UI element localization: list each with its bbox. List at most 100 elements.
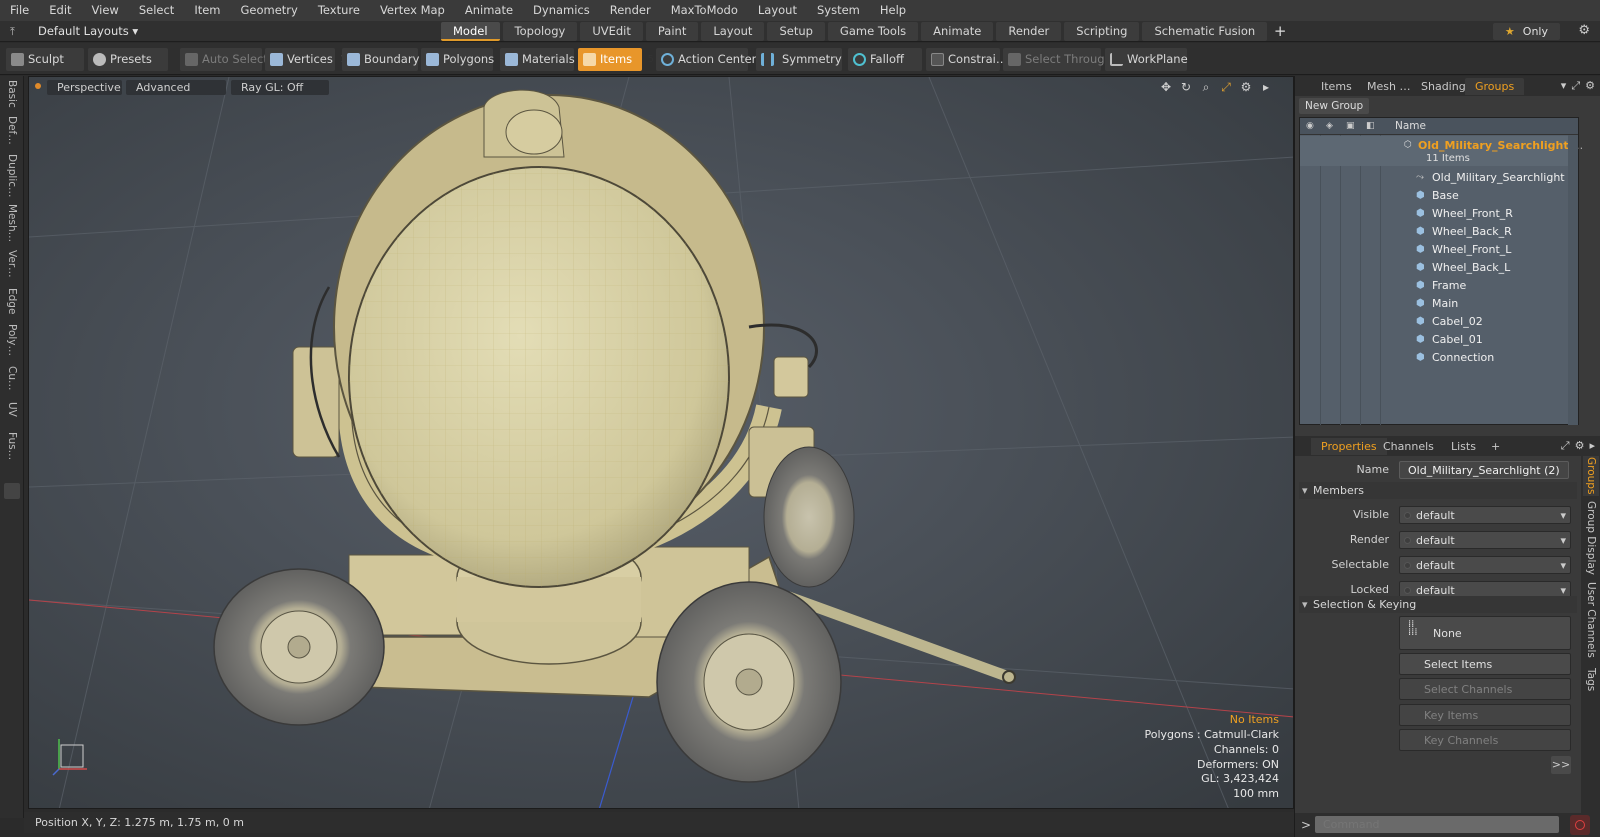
menu-maxtomodo[interactable]: MaxToModo [661, 0, 748, 21]
visible-select[interactable]: default [1399, 506, 1571, 525]
left-strip-box-icon[interactable] [4, 483, 20, 499]
tab-animate[interactable]: Animate [921, 22, 994, 41]
rotate-icon[interactable]: ↻ [1179, 80, 1193, 95]
menu-file[interactable]: File [0, 0, 39, 21]
pan-icon[interactable]: ✥ [1159, 80, 1173, 95]
new-group-button[interactable]: New Group [1299, 98, 1370, 114]
render-icon[interactable]: ◈ [1326, 121, 1337, 132]
key-channels-button[interactable]: Key Channels [1399, 729, 1571, 751]
tab-render[interactable]: Render [996, 22, 1062, 41]
3d-viewport[interactable]: Perspective Advanced Ray GL: Off ✥ ↻ ⌕ ⤢… [28, 76, 1294, 809]
left-tab-curve[interactable]: Cu… [3, 366, 21, 391]
menu-item[interactable]: Item [184, 0, 230, 21]
list-item[interactable]: ⬢ Frame [1300, 276, 1578, 294]
tab-groups[interactable]: Groups [1465, 78, 1525, 95]
selectable-select[interactable]: default [1399, 556, 1571, 575]
side-tab-groups[interactable]: Groups [1583, 456, 1599, 496]
list-item[interactable]: ⬢ Wheel_Back_R [1300, 222, 1578, 240]
tab-game-tools[interactable]: Game Tools [827, 22, 919, 41]
name-field[interactable]: Old_Military_Searchlight (2) [1399, 461, 1569, 479]
presets-button[interactable]: Presets [88, 48, 168, 71]
zoom-icon[interactable]: ⌕ [1199, 80, 1213, 95]
select-items-button[interactable]: Select Items [1399, 653, 1571, 675]
items-button[interactable]: Items 5 [578, 48, 654, 71]
more-button[interactable]: >> [1551, 756, 1571, 774]
add-tab-button[interactable]: + [1270, 22, 1290, 41]
select-icon[interactable]: ◧ [1366, 121, 1377, 132]
add-properties-tab-button[interactable]: + [1481, 438, 1510, 455]
boundary-button[interactable]: Boundary [342, 48, 419, 71]
menu-dynamics[interactable]: Dynamics [523, 0, 600, 21]
left-tab-edge[interactable]: Edge [3, 288, 21, 314]
tab-lists[interactable]: Lists [1441, 438, 1486, 455]
side-tab-group-display[interactable]: Group Display [1583, 500, 1599, 576]
dropdown-icon[interactable]: ▾ [1561, 79, 1567, 93]
falloff-button[interactable]: Falloff [848, 48, 922, 71]
list-item[interactable]: ⬢ Base [1300, 186, 1578, 204]
expand-icon[interactable]: ⤢ [1571, 79, 1580, 93]
list-item[interactable]: ⬢ Main [1300, 294, 1578, 312]
tab-schematic-fusion[interactable]: Schematic Fusion [1142, 22, 1268, 41]
list-item[interactable]: ⬢ Cabel_02 [1300, 312, 1578, 330]
list-item[interactable]: ⤳ Old_Military_Searchlight [1300, 168, 1578, 186]
menu-system[interactable]: System [807, 0, 870, 21]
lock-icon[interactable]: ▣ [1346, 121, 1357, 132]
materials-button[interactable]: Materials [500, 48, 575, 71]
menu-edit[interactable]: Edit [39, 0, 81, 21]
layout-pin-icon[interactable]: ⤒ [10, 25, 15, 39]
left-tab-basic[interactable]: Basic [3, 80, 21, 108]
fit-icon[interactable]: ⤢ [1219, 80, 1233, 95]
left-tab-duplicate[interactable]: Duplic… [3, 154, 21, 198]
none-button[interactable]: ⁞⁞ ⁞⁞⁞ None [1399, 616, 1571, 650]
viewport-gear-icon[interactable]: ⚙ [1239, 80, 1253, 95]
tab-paint[interactable]: Paint [645, 22, 699, 41]
list-item[interactable]: ⬢ Connection [1300, 348, 1578, 366]
vertices-button[interactable]: Vertices1 [265, 48, 347, 71]
perspective-button[interactable]: Perspective [47, 80, 122, 95]
tab-scripting[interactable]: Scripting [1064, 22, 1140, 41]
render-select[interactable]: default [1399, 531, 1571, 550]
layout-selector[interactable]: Default Layouts ▾ [38, 24, 138, 38]
tab-layout[interactable]: Layout [701, 22, 765, 41]
tab-uvedit[interactable]: UVEdit [580, 22, 643, 41]
menu-view[interactable]: View [82, 0, 129, 21]
left-tab-polygon[interactable]: Poly… [3, 324, 21, 356]
tab-channels[interactable]: Channels [1373, 438, 1444, 455]
polygons-button[interactable]: Polygons [421, 48, 494, 71]
group-row[interactable]: ⬡ Old_Military_Searchlight (… 11 Items [1300, 136, 1583, 166]
symmetry-button[interactable]: Symmetry [756, 48, 842, 71]
side-tab-tags[interactable]: Tags [1583, 664, 1599, 696]
constraints-button[interactable]: Constrai… [926, 48, 1007, 71]
tab-items[interactable]: Items [1311, 78, 1362, 95]
command-input[interactable] [1315, 816, 1559, 833]
menu-texture[interactable]: Texture [308, 0, 370, 21]
record-macro-icon[interactable] [1570, 815, 1590, 835]
members-section[interactable]: Members [1299, 482, 1577, 499]
left-tab-vertex[interactable]: Ver… [3, 250, 21, 278]
menu-select[interactable]: Select [129, 0, 184, 21]
column-name-header[interactable]: Name [1395, 120, 1426, 132]
advanced-button[interactable]: Advanced [126, 80, 226, 95]
panel-gear-icon[interactable]: ⚙ [1575, 439, 1585, 453]
tab-model[interactable]: Model [441, 22, 500, 41]
raygl-button[interactable]: Ray GL: Off [231, 80, 329, 95]
sculpt-button[interactable]: Sculpt [6, 48, 84, 71]
left-tab-fusion[interactable]: Fus… [3, 432, 21, 460]
list-item[interactable]: ⬢ Cabel_01 [1300, 330, 1578, 348]
left-tab-mesh[interactable]: Mesh… [3, 204, 21, 242]
left-tab-deform[interactable]: Def… [3, 116, 21, 145]
select-channels-button[interactable]: Select Channels [1399, 678, 1571, 700]
gear-icon[interactable]: ⚙ [1578, 23, 1590, 38]
left-tab-uv[interactable]: UV [3, 402, 21, 417]
expand-icon[interactable]: ⤢ [1561, 439, 1570, 453]
list-item[interactable]: ⬢ Wheel_Front_L [1300, 240, 1578, 258]
viewport-expand-icon[interactable]: ▸ [1259, 80, 1273, 95]
side-tab-user-channels[interactable]: User Channels [1583, 582, 1599, 658]
tab-setup[interactable]: Setup [767, 22, 825, 41]
menu-vertex-map[interactable]: Vertex Map [370, 0, 455, 21]
panel-gear-icon[interactable]: ⚙ [1585, 79, 1595, 93]
list-item[interactable]: ⬢ Wheel_Front_R [1300, 204, 1578, 222]
menu-animate[interactable]: Animate [455, 0, 523, 21]
collapse-icon[interactable]: ▸ [1589, 439, 1595, 453]
action-center-button[interactable]: Action Center [656, 48, 756, 71]
